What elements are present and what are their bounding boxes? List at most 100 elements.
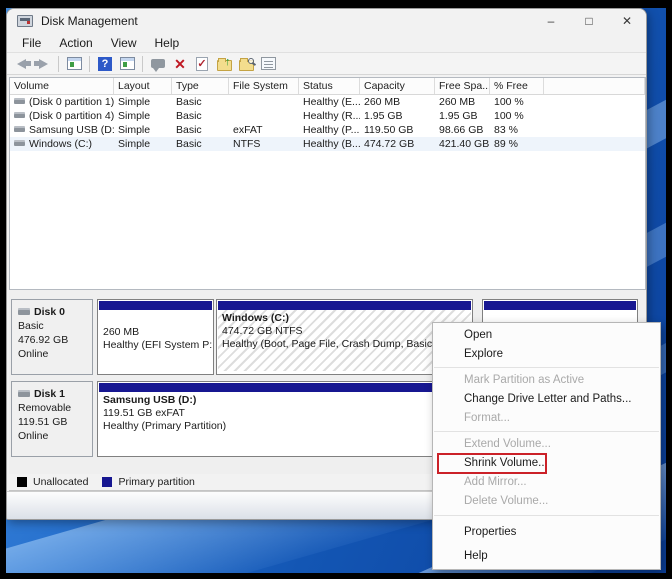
- disk0-partition-efi[interactable]: 260 MB Healthy (EFI System P:: [97, 299, 214, 375]
- volume-name: Samsung USB (D:): [29, 124, 114, 136]
- primary-partition-swatch: [102, 477, 113, 487]
- volume-layout: Simple: [118, 110, 151, 122]
- volume-name: Windows (C:): [29, 138, 93, 150]
- menu-item-delete-volume: Delete Volume...: [464, 495, 549, 507]
- menu-item-explore[interactable]: Explore: [433, 345, 660, 364]
- column-header-layout[interactable]: Layout: [114, 78, 172, 94]
- disk0-size: 476.92 GB: [18, 334, 69, 346]
- volume-capacity: 119.50 GB: [364, 124, 414, 136]
- delete-icon[interactable]: ✕: [171, 55, 189, 73]
- volume-pct-free: 100 %: [494, 96, 524, 108]
- volume-status: Healthy (R...: [303, 110, 360, 122]
- volume-icon: [14, 100, 25, 105]
- minimize-button[interactable]: –: [532, 9, 570, 33]
- table-row[interactable]: (Disk 0 partition 1) Simple Basic Health…: [10, 95, 645, 109]
- disk1-type: Removable: [18, 402, 72, 414]
- column-header-status[interactable]: Status: [299, 78, 360, 94]
- toolbar-separator: [142, 55, 143, 72]
- desktop-wallpaper: Disk Management – □ ✕ File Action View H…: [6, 8, 666, 573]
- disk-icon: [18, 391, 30, 397]
- menu-bar: File Action View Help: [7, 33, 646, 52]
- volume-capacity: 474.72 GB: [364, 138, 415, 150]
- volume-layout: Simple: [118, 124, 151, 136]
- partition-size: 474.72 GB NTFS: [222, 325, 303, 337]
- volume-pct-free: 100 %: [494, 110, 524, 122]
- volume-layout: Simple: [118, 138, 151, 150]
- disk0-status: Online: [18, 348, 49, 360]
- volume-icon: [14, 128, 25, 133]
- volume-free-space: 260 MB: [439, 96, 476, 108]
- volume-pct-free: 83 %: [494, 124, 518, 136]
- window-title: Disk Management: [41, 14, 138, 28]
- volume-type: Basic: [176, 96, 202, 108]
- folder-search-icon[interactable]: [237, 55, 255, 73]
- column-header-free-space[interactable]: Free Spa...: [435, 78, 490, 94]
- menu-item-help[interactable]: Help: [433, 544, 660, 568]
- disk0-type: Basic: [18, 320, 44, 332]
- column-header-pct-free[interactable]: % Free: [490, 78, 544, 94]
- properties-icon[interactable]: [259, 55, 277, 73]
- tree-view-icon[interactable]: [118, 55, 136, 73]
- partition-status: Healthy (EFI System P:: [103, 339, 212, 351]
- commit-check-icon[interactable]: ✓: [193, 55, 211, 73]
- primary-partition-strip: [99, 301, 212, 310]
- toolbar: ? ✕ ✓ ↑: [7, 52, 646, 75]
- disk1-name: Disk 1: [34, 388, 65, 400]
- partition-status: Healthy (Boot, Page File, Crash Dump, Ba…: [222, 338, 443, 350]
- partition-title: Windows (C:): [222, 312, 289, 324]
- disk-management-app-icon: [17, 15, 33, 27]
- partition-size: 260 MB: [103, 326, 140, 338]
- unallocated-label: Unallocated: [33, 476, 89, 488]
- unallocated-swatch: [17, 477, 27, 487]
- menu-action[interactable]: Action: [50, 35, 101, 51]
- volume-list-panel: Volume Layout Type File System Status Ca…: [9, 77, 646, 290]
- disk1-status: Online: [18, 430, 49, 442]
- volume-status: Healthy (P...: [303, 124, 360, 136]
- volume-list-header: Volume Layout Type File System Status Ca…: [10, 78, 645, 95]
- action-pane-icon[interactable]: [149, 55, 167, 73]
- volume-file-system: exFAT: [233, 124, 263, 136]
- volume-pct-free: 89 %: [494, 138, 518, 150]
- maximize-button[interactable]: □: [570, 9, 608, 33]
- menu-item-add-mirror: Add Mirror...: [464, 476, 527, 488]
- volume-icon: [14, 142, 25, 147]
- volume-free-space: 421.40 GB: [439, 138, 490, 150]
- column-header-volume[interactable]: Volume: [10, 78, 114, 94]
- help-icon[interactable]: ?: [96, 55, 114, 73]
- volume-capacity: 1.95 GB: [364, 110, 403, 122]
- volume-free-space: 98.66 GB: [439, 124, 484, 136]
- volume-free-space: 1.95 GB: [439, 110, 478, 122]
- close-button[interactable]: ✕: [608, 9, 646, 33]
- table-row[interactable]: Samsung USB (D:) Simple Basic exFAT Heal…: [10, 123, 645, 137]
- column-header-type[interactable]: Type: [172, 78, 229, 94]
- menu-view[interactable]: View: [102, 35, 146, 51]
- volume-type: Basic: [176, 124, 202, 136]
- column-header-capacity[interactable]: Capacity: [360, 78, 435, 94]
- volume-capacity: 260 MB: [364, 96, 401, 108]
- menu-item-properties[interactable]: Properties: [433, 520, 660, 544]
- menu-item-change-drive-letter[interactable]: Change Drive Letter and Paths...: [433, 390, 660, 409]
- menu-file[interactable]: File: [13, 35, 50, 51]
- table-row[interactable]: (Disk 0 partition 4) Simple Basic Health…: [10, 109, 645, 123]
- menu-separator: [434, 515, 659, 516]
- primary-partition-strip: [484, 301, 636, 310]
- volume-name: (Disk 0 partition 1): [29, 96, 114, 108]
- volume-icon: [14, 114, 25, 119]
- column-header-filler: [544, 78, 645, 94]
- menu-item-open[interactable]: Open: [433, 326, 660, 345]
- disk1-size: 119.51 GB: [18, 416, 68, 428]
- console-window-icon[interactable]: [65, 55, 83, 73]
- back-icon[interactable]: [12, 55, 31, 73]
- table-row-selected[interactable]: Windows (C:) Simple Basic NTFS Healthy (…: [10, 137, 645, 151]
- folder-up-icon[interactable]: ↑: [215, 55, 233, 73]
- disk0-name: Disk 0: [34, 306, 65, 318]
- forward-icon[interactable]: [33, 55, 52, 73]
- menu-help[interactable]: Help: [146, 35, 189, 51]
- disk1-label[interactable]: Disk 1 Removable 119.51 GB Online: [11, 381, 93, 457]
- menu-item-shrink-volume[interactable]: Shrink Volume...: [433, 453, 660, 474]
- disk0-label[interactable]: Disk 0 Basic 476.92 GB Online: [11, 299, 93, 375]
- column-header-file-system[interactable]: File System: [229, 78, 299, 94]
- context-menu: Open Explore Mark Partition as Active Ch…: [432, 322, 661, 570]
- toolbar-separator: [58, 55, 59, 72]
- volume-status: Healthy (E...: [303, 96, 360, 108]
